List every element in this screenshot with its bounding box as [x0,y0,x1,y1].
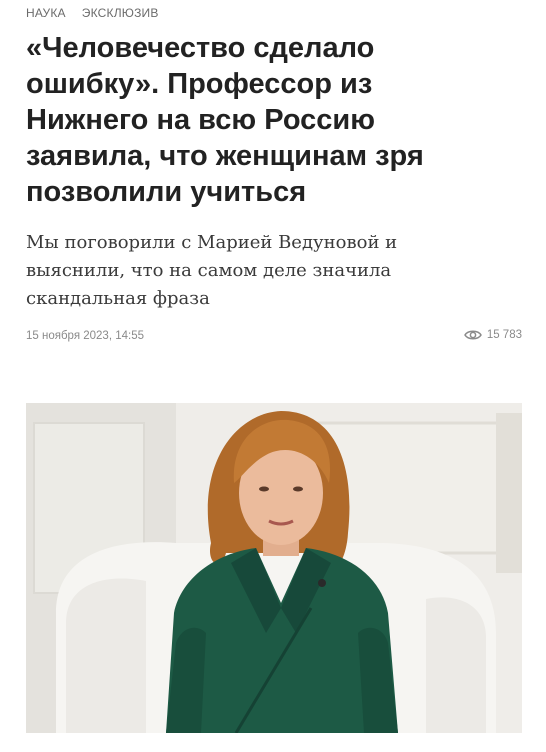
rubric-exclusive-link[interactable]: ЭКСКЛЮЗИВ [82,6,159,20]
portrait-illustration [26,403,522,733]
view-count: 15 783 [463,329,522,341]
view-count-value: 15 783 [486,329,522,341]
rubric-science-link[interactable]: НАУКА [26,6,66,20]
article-title: «Человечество сделало ошибку». Профессор… [26,32,424,208]
publish-date: 15 ноября 2023, 14:55 [26,330,144,342]
article-photo[interactable] [26,403,522,733]
article-subtitle: Мы поговорили с Марией Ведуновой и выясн… [26,232,398,309]
rubric-list: НАУКА ЭКСКЛЮЗИВ [26,6,159,20]
article-meta: 15 ноября 2023, 14:55 15 783 [26,329,522,346]
eye-icon [463,329,482,341]
